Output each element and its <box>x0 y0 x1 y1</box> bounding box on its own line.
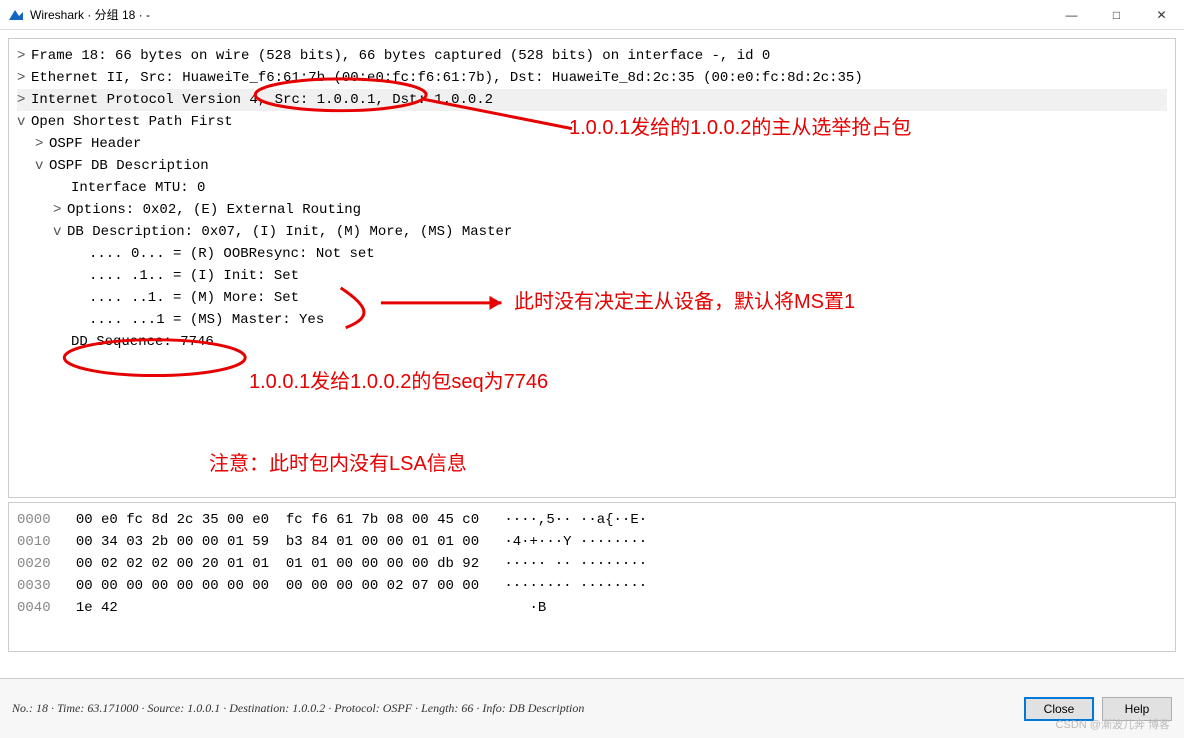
hex-ascii: ·B <box>530 600 547 616</box>
annotation-3: 1.0.0.1发给1.0.0.2的包seq为7746 <box>249 371 548 393</box>
hex-bytes: 00 00 00 00 00 00 00 00 00 00 00 00 02 0… <box>76 578 479 594</box>
hex-row: 0000 00 e0 fc 8d 2c 35 00 e0 fc f6 61 7b… <box>17 509 1167 531</box>
hex-bytes: 00 e0 fc 8d 2c 35 00 e0 fc f6 61 7b 08 0… <box>76 512 479 528</box>
tree-mtu-label: Interface MTU: 0 <box>71 180 205 196</box>
tree-ethernet[interactable]: >Ethernet II, Src: HuaweiTe_f6:61:7b (00… <box>17 67 1167 89</box>
close-window-button[interactable]: ✕ <box>1139 0 1184 30</box>
tree-dd-seq[interactable]: DD Sequence: 7746 <box>17 331 1167 353</box>
tree-ospf-header[interactable]: >OSPF Header <box>17 133 1167 155</box>
tree-dd-seq-label: DD Sequence: 7746 <box>71 334 214 350</box>
hex-addr: 0040 <box>17 600 51 616</box>
tree-dbd-flags[interactable]: vDB Description: 0x07, (I) Init, (M) Mor… <box>17 221 1167 243</box>
window-controls: — □ ✕ <box>1049 0 1184 30</box>
tree-dbd-flags-label: DB Description: 0x07, (I) Init, (M) More… <box>67 224 512 240</box>
maximize-button[interactable]: □ <box>1094 0 1139 30</box>
tree-flag-i[interactable]: .... .1.. = (I) Init: Set <box>17 265 1167 287</box>
hex-bytes: 00 02 02 02 00 20 01 01 01 01 00 00 00 0… <box>76 556 479 572</box>
caret-right-icon: > <box>17 89 31 111</box>
status-text: No.: 18 · Time: 63.171000 · Source: 1.0.… <box>12 701 584 716</box>
caret-right-icon: > <box>17 45 31 67</box>
hex-ascii: ····· ·· ········ <box>504 556 647 572</box>
tree-ospf-header-label: OSPF Header <box>49 136 141 152</box>
caret-right-icon: > <box>53 199 67 221</box>
caret-down-icon: v <box>17 111 31 133</box>
wireshark-icon <box>8 7 24 23</box>
tree-ospf-dbd-label: OSPF DB Description <box>49 158 209 174</box>
hex-ascii: ·4·+···Y ········ <box>504 534 647 550</box>
caret-right-icon: > <box>35 133 49 155</box>
tree-flag-m-label: .... ..1. = (M) More: Set <box>89 290 299 306</box>
hex-addr: 0030 <box>17 578 51 594</box>
hex-bytes: 1e 42 <box>76 600 118 616</box>
close-button[interactable]: Close <box>1024 697 1094 721</box>
content-area: >Frame 18: 66 bytes on wire (528 bits), … <box>0 30 1184 678</box>
tree-ospf[interactable]: vOpen Shortest Path First <box>17 111 1167 133</box>
hex-row: 0010 00 34 03 2b 00 00 01 59 b3 84 01 00… <box>17 531 1167 553</box>
minimize-button[interactable]: — <box>1049 0 1094 30</box>
tree-flag-ms-label: .... ...1 = (MS) Master: Yes <box>89 312 324 328</box>
caret-down-icon: v <box>53 221 67 243</box>
tree-eth-label: Ethernet II, Src: HuaweiTe_f6:61:7b (00:… <box>31 70 863 86</box>
hex-ascii: ····,5·· ··a{··E· <box>504 512 647 528</box>
hex-addr: 0010 <box>17 534 51 550</box>
tree-flag-r[interactable]: .... 0... = (R) OOBResync: Not set <box>17 243 1167 265</box>
window-title: Wireshark · 分组 18 · - <box>30 6 150 23</box>
tree-ip[interactable]: >Internet Protocol Version 4, Src: 1.0.0… <box>17 89 1167 111</box>
tree-ip-label: Internet Protocol Version 4, Src: 1.0.0.… <box>31 92 493 108</box>
tree-options[interactable]: >Options: 0x02, (E) External Routing <box>17 199 1167 221</box>
tree-options-label: Options: 0x02, (E) External Routing <box>67 202 361 218</box>
hex-row: 0040 1e 42 ·B <box>17 597 1167 619</box>
tree-flag-m[interactable]: .... ..1. = (M) More: Set <box>17 287 1167 309</box>
hex-addr: 0000 <box>17 512 51 528</box>
tree-mtu[interactable]: Interface MTU: 0 <box>17 177 1167 199</box>
packet-bytes-pane[interactable]: 0000 00 e0 fc 8d 2c 35 00 e0 fc f6 61 7b… <box>8 502 1176 652</box>
tree-ospf-label: Open Shortest Path First <box>31 114 233 130</box>
packet-details-tree[interactable]: >Frame 18: 66 bytes on wire (528 bits), … <box>8 38 1176 498</box>
hex-ascii: ········ ········ <box>504 578 647 594</box>
hex-addr: 0020 <box>17 556 51 572</box>
help-button[interactable]: Help <box>1102 697 1172 721</box>
hex-row: 0030 00 00 00 00 00 00 00 00 00 00 00 00… <box>17 575 1167 597</box>
footer-bar: No.: 18 · Time: 63.171000 · Source: 1.0.… <box>0 678 1184 738</box>
title-left: Wireshark · 分组 18 · - <box>8 6 150 23</box>
caret-down-icon: v <box>35 155 49 177</box>
annotation-4: 注意：此时包内没有LSA信息 <box>209 453 467 475</box>
titlebar: Wireshark · 分组 18 · - — □ ✕ <box>0 0 1184 30</box>
tree-flag-r-label: .... 0... = (R) OOBResync: Not set <box>89 246 375 262</box>
tree-frame[interactable]: >Frame 18: 66 bytes on wire (528 bits), … <box>17 45 1167 67</box>
tree-frame-label: Frame 18: 66 bytes on wire (528 bits), 6… <box>31 48 770 64</box>
tree-flag-i-label: .... .1.. = (I) Init: Set <box>89 268 299 284</box>
tree-ospf-dbd[interactable]: vOSPF DB Description <box>17 155 1167 177</box>
hex-row: 0020 00 02 02 02 00 20 01 01 01 01 00 00… <box>17 553 1167 575</box>
footer-buttons: Close Help <box>1024 697 1172 721</box>
tree-flag-ms[interactable]: .... ...1 = (MS) Master: Yes <box>17 309 1167 331</box>
hex-bytes: 00 34 03 2b 00 00 01 59 b3 84 01 00 00 0… <box>76 534 479 550</box>
caret-right-icon: > <box>17 67 31 89</box>
